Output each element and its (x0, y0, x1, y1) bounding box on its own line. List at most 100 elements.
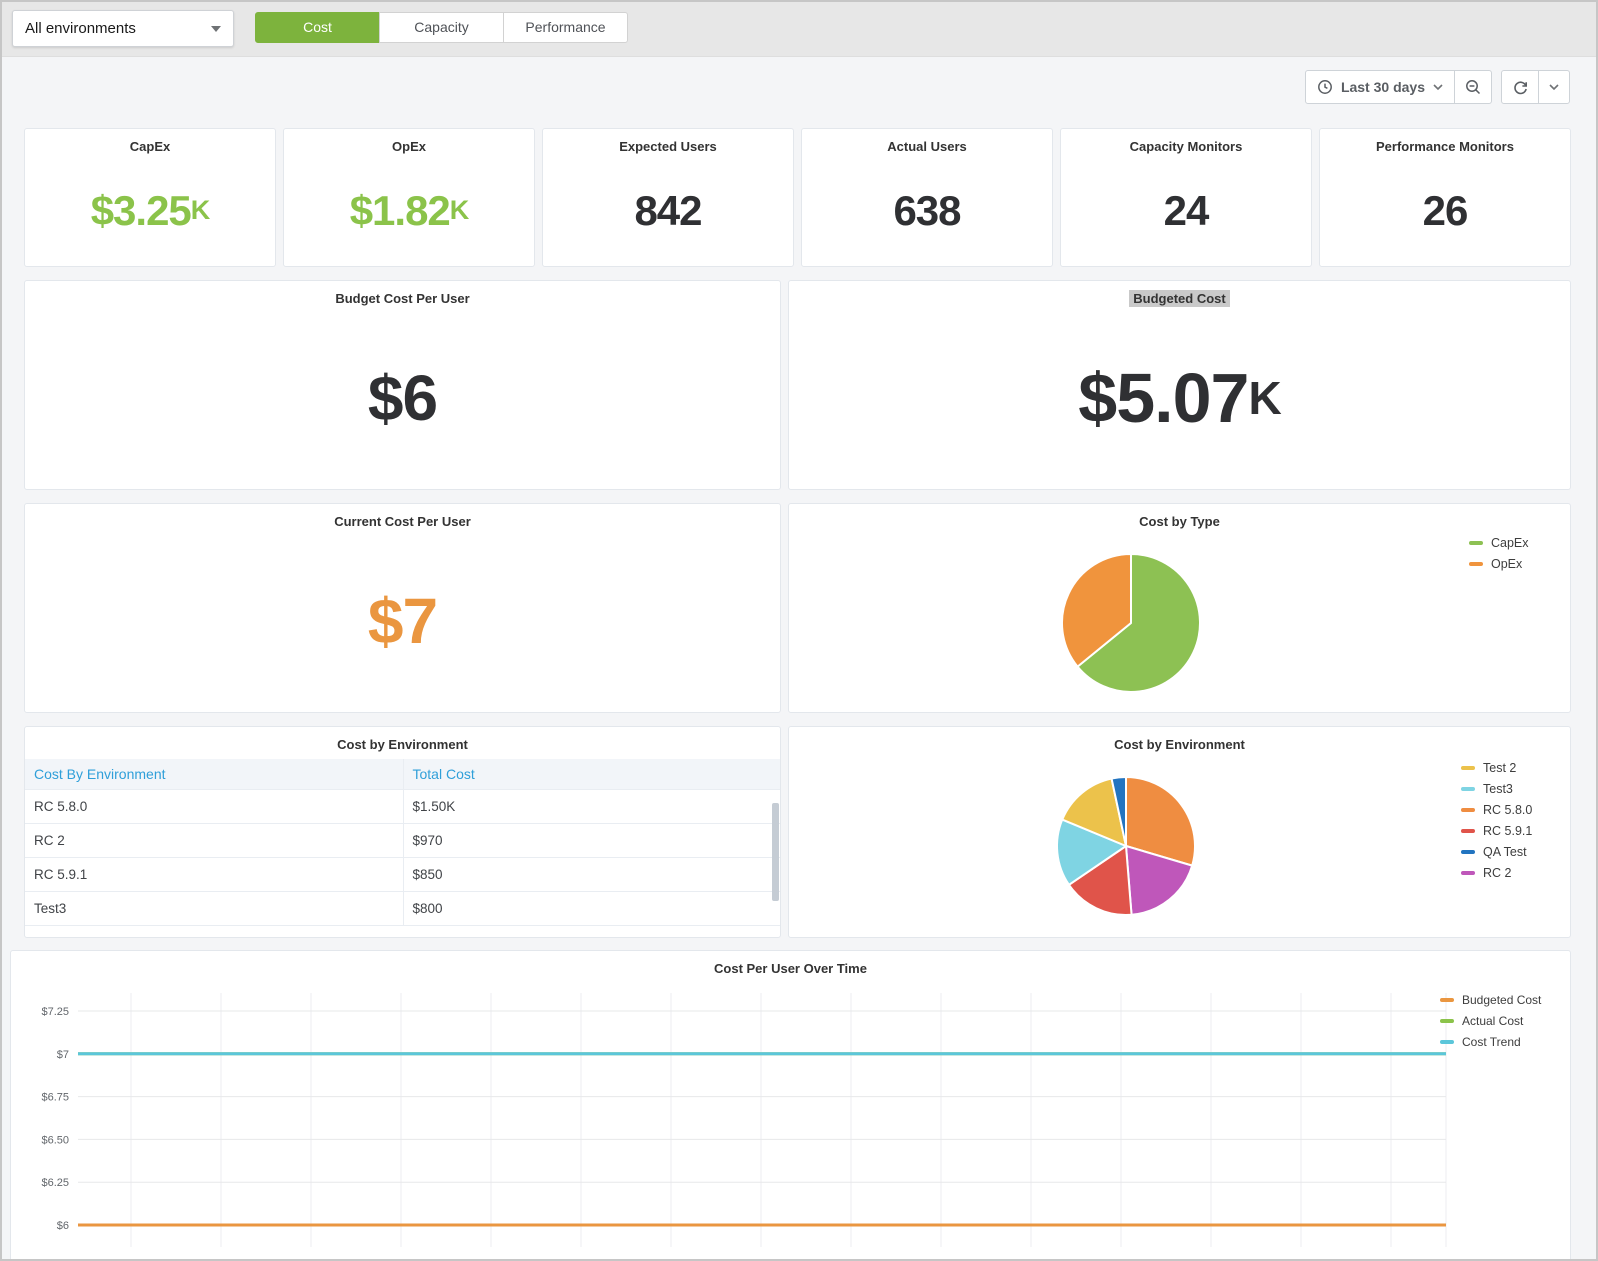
stat-panel-opex: OpEx$1.82K (283, 128, 535, 267)
legend-swatch (1461, 808, 1475, 812)
stats-row: CapEx$3.25KOpEx$1.82KExpected Users842Ac… (24, 128, 1571, 267)
legend-label: Cost Trend (1462, 1035, 1521, 1049)
legend-item-rc-5-8-0[interactable]: RC 5.8.0 (1461, 803, 1532, 817)
panel-title[interactable]: Performance Monitors (1320, 129, 1570, 155)
stat-number: 842 (634, 187, 701, 235)
legend-label: Test 2 (1483, 761, 1516, 775)
stat-value: $6 (25, 307, 780, 489)
table-cell: $1.50K (403, 790, 780, 824)
legend-swatch (1461, 850, 1475, 854)
legend-label: RC 5.8.0 (1483, 803, 1532, 817)
legend-item-opex[interactable]: OpEx (1469, 557, 1529, 571)
legend-item-budgeted-cost[interactable]: Budgeted Cost (1440, 993, 1541, 1007)
column-header-cost-by-environment[interactable]: Cost By Environment (25, 759, 403, 790)
legend-label: CapEx (1491, 536, 1529, 550)
cost-by-type-legend: CapEx OpEx (1469, 536, 1529, 571)
stat-suffix: K (450, 195, 469, 226)
panel-title[interactable]: CapEx (25, 129, 275, 155)
panel-budget-cost-per-user: Budget Cost Per User $6 (24, 280, 781, 490)
panel-title[interactable]: OpEx (284, 129, 534, 155)
y-axis-tick: $6.50 (41, 1134, 69, 1146)
panel-cost-by-environment-table: Cost by Environment Cost By EnvironmentT… (24, 726, 781, 938)
stat-panel-capex: CapEx$3.25K (24, 128, 276, 267)
y-axis-tick: $6 (57, 1220, 69, 1232)
tab-performance[interactable]: Performance (503, 12, 628, 43)
legend-swatch (1461, 787, 1475, 791)
panel-title[interactable]: Cost by Type (789, 504, 1570, 530)
panel-title[interactable]: Cost by Environment (25, 727, 780, 753)
stat-value: $1.82K (284, 155, 534, 266)
stat-number: 26 (1423, 187, 1468, 235)
table-cell: Test3 (25, 892, 403, 926)
table-cell: $970 (403, 824, 780, 858)
table-cell: RC 5.9.1 (25, 858, 403, 892)
legend-swatch (1461, 871, 1475, 875)
legend-item-rc-2[interactable]: RC 2 (1461, 866, 1532, 880)
cost-by-type-pie-chart[interactable] (1056, 548, 1206, 698)
stat-value: 842 (543, 155, 793, 266)
environment-dropdown[interactable]: All environments (12, 10, 234, 47)
stat-panel-capacity-monitors: Capacity Monitors24 (1060, 128, 1312, 267)
legend-item-test-2[interactable]: Test 2 (1461, 761, 1532, 775)
table-cell: RC 2 (25, 824, 403, 858)
table-scrollbar[interactable] (772, 803, 779, 901)
cost-by-environment-table: Cost By EnvironmentTotal CostRC 5.8.0$1.… (25, 759, 780, 926)
column-header-total-cost[interactable]: Total Cost (403, 759, 780, 790)
cost-by-environment-legend: Test 2 Test3 RC 5.8.0 RC 5.9.1 QA Test RC 2 (1461, 761, 1532, 880)
panel-title[interactable]: Cost by Environment (789, 727, 1570, 753)
legend-label: QA Test (1483, 845, 1527, 859)
refresh-button[interactable] (1501, 70, 1539, 104)
time-range-label: Last 30 days (1341, 79, 1425, 95)
cost-by-environment-pie-chart[interactable] (1051, 771, 1201, 921)
tab-cost[interactable]: Cost (255, 12, 380, 43)
clock-icon (1317, 79, 1333, 95)
legend-item-test3[interactable]: Test3 (1461, 782, 1532, 796)
chevron-down-icon (1549, 84, 1559, 91)
table-cell: RC 5.8.0 (25, 790, 403, 824)
cost-per-user-line-chart[interactable]: $7.25$7$6.75$6.50$6.25$6 (11, 979, 1574, 1261)
legend-swatch (1440, 1019, 1454, 1023)
panel-title[interactable]: Actual Users (802, 129, 1052, 155)
legend-swatch (1440, 1040, 1454, 1044)
legend-label: Test3 (1483, 782, 1513, 796)
refresh-icon (1512, 79, 1529, 96)
panel-title[interactable]: Budget Cost Per User (25, 281, 780, 307)
legend-item-rc-5-9-1[interactable]: RC 5.9.1 (1461, 824, 1532, 838)
time-range-picker-button[interactable]: Last 30 days (1305, 70, 1455, 104)
legend-item-qa-test[interactable]: QA Test (1461, 845, 1532, 859)
table-row: RC 5.8.0$1.50K (25, 790, 780, 824)
y-axis-tick: $7 (57, 1049, 69, 1061)
panel-title[interactable]: Capacity Monitors (1061, 129, 1311, 155)
legend-swatch (1440, 998, 1454, 1002)
panel-title[interactable]: Budgeted Cost (789, 281, 1570, 307)
legend-swatch (1461, 829, 1475, 833)
row-cost-over-time: Cost Per User Over Time $7.25$7$6.75$6.5… (10, 950, 1571, 1261)
row-budget: Budget Cost Per User $6 Budgeted Cost $5… (24, 280, 1571, 490)
legend-label: Budgeted Cost (1462, 993, 1541, 1007)
panel-title[interactable]: Current Cost Per User (25, 504, 780, 530)
zoom-out-button[interactable] (1454, 70, 1492, 104)
legend-item-cost-trend[interactable]: Cost Trend (1440, 1035, 1541, 1049)
view-tabs: CostCapacityPerformance (255, 12, 628, 43)
panel-title[interactable]: Expected Users (543, 129, 793, 155)
stat-value: 26 (1320, 155, 1570, 266)
panel-cost-per-user-over-time: Cost Per User Over Time $7.25$7$6.75$6.5… (10, 950, 1571, 1261)
top-bar: All environments CostCapacityPerformance (2, 2, 1596, 57)
table-row: RC 2$970 (25, 824, 780, 858)
stat-suffix: K (191, 195, 210, 226)
stat-value: 638 (802, 155, 1052, 266)
refresh-controls-group (1501, 70, 1570, 104)
legend-item-capex[interactable]: CapEx (1469, 536, 1529, 550)
refresh-interval-dropdown-button[interactable] (1538, 70, 1570, 104)
cost-over-time-legend: Budgeted Cost Actual Cost Cost Trend (1440, 993, 1541, 1049)
panel-title[interactable]: Cost Per User Over Time (11, 951, 1570, 977)
table-cell: $850 (403, 858, 780, 892)
legend-label: Actual Cost (1462, 1014, 1523, 1028)
stat-value: 24 (1061, 155, 1311, 266)
panel-budgeted-cost: Budgeted Cost $5.07K (788, 280, 1571, 490)
tab-capacity[interactable]: Capacity (379, 12, 504, 43)
legend-swatch (1469, 541, 1483, 545)
stat-number: 638 (893, 187, 960, 235)
legend-item-actual-cost[interactable]: Actual Cost (1440, 1014, 1541, 1028)
legend-swatch (1461, 766, 1475, 770)
